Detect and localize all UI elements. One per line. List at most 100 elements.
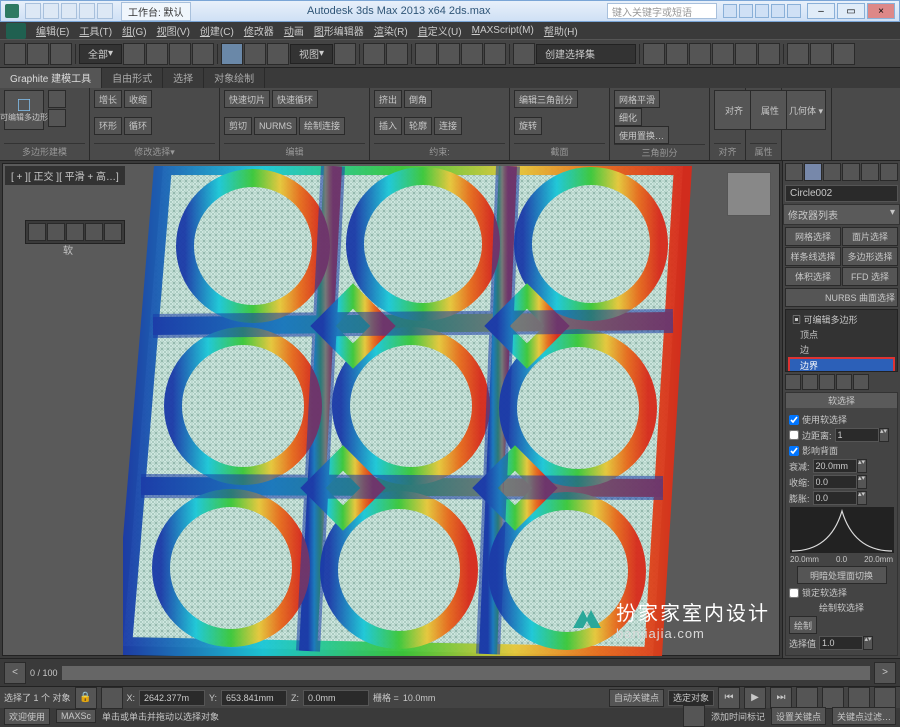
layers-button[interactable] [689, 43, 711, 65]
menu-item[interactable]: 帮助(H) [540, 22, 582, 39]
modstack-item[interactable]: ▣ 可编辑多边形 [788, 312, 895, 327]
ref-coord-dropdown[interactable]: 视图 ▾ [290, 44, 333, 64]
qat-button[interactable] [43, 3, 59, 19]
sel-mod-button[interactable]: 多边形选择 [842, 247, 898, 266]
show-end-button[interactable] [802, 374, 818, 390]
falloff-field[interactable] [813, 459, 857, 473]
tessellate-button[interactable]: 细化 [614, 108, 642, 126]
percent-snap-button[interactable] [461, 43, 483, 65]
spinner-icon[interactable]: ▴▾ [857, 475, 867, 489]
spinner-icon[interactable]: ▴▾ [857, 491, 867, 505]
isolate-button[interactable] [101, 687, 123, 709]
configure-button[interactable] [853, 374, 869, 390]
bubble-field[interactable] [813, 491, 857, 505]
loop-button[interactable]: 循环 [124, 117, 152, 135]
timeline-button[interactable]: < [4, 662, 26, 684]
keyboard-shortcut-button[interactable] [386, 43, 408, 65]
setkey-button[interactable]: 设置关键点 [771, 707, 826, 725]
curve-editor-button[interactable] [712, 43, 734, 65]
sel-mod-button[interactable]: 面片选择 [842, 227, 898, 246]
search-icon[interactable] [723, 4, 737, 18]
soft-sel-button[interactable] [66, 223, 84, 241]
ribbon-tab-graphite[interactable]: Graphite 建模工具 [0, 68, 102, 88]
help-search-input[interactable]: 键入关键字或短语 [607, 3, 717, 19]
modifier-list-dropdown[interactable]: 修改器列表▾ [783, 204, 900, 225]
subobj-edge-button[interactable] [48, 109, 66, 127]
cut-button[interactable]: 剪切 [224, 117, 252, 135]
outline-button[interactable]: 轮廓 [404, 117, 432, 135]
menu-item[interactable]: 工具(T) [75, 22, 116, 39]
menu-item[interactable]: 自定义(U) [414, 22, 466, 39]
editable-poly-button[interactable]: 可编辑多边形 [4, 90, 44, 130]
material-editor-button[interactable] [758, 43, 780, 65]
pinch-field[interactable] [813, 475, 857, 489]
selset-dropdown[interactable]: 选定对象 [668, 690, 714, 706]
spinner-icon[interactable]: ▴▾ [863, 636, 873, 650]
rollout-header[interactable]: 软选择 [786, 393, 897, 408]
object-name-field[interactable]: Circle002 [785, 185, 898, 202]
menu-item[interactable]: 创建(C) [196, 22, 238, 39]
geobody-button[interactable]: 几何体 ▾ [786, 90, 826, 130]
spinner-icon[interactable]: ▴▾ [879, 428, 889, 442]
utilities-tab-icon[interactable] [880, 163, 898, 181]
viewport-nav-button[interactable] [874, 687, 896, 709]
viewcube-icon[interactable] [727, 172, 771, 216]
workspace-selector[interactable]: 工作台: 默认 [121, 2, 191, 21]
viewport-nav-button[interactable] [822, 687, 844, 709]
help-icon[interactable] [787, 4, 801, 18]
z-coord-field[interactable] [308, 693, 364, 703]
play-button[interactable]: ▶ [744, 687, 766, 709]
edit-tri-button[interactable]: 编辑三角剖分 [514, 90, 578, 108]
subobj-vertex[interactable]: 顶点 [788, 327, 895, 342]
selection-filter-dropdown[interactable]: 全部 ▾ [79, 44, 122, 64]
signin-icon[interactable] [739, 4, 753, 18]
sel-mod-button[interactable]: 样条线选择 [785, 247, 841, 266]
shrink-button[interactable]: 收缩 [124, 90, 152, 108]
spinner-snap-button[interactable] [484, 43, 506, 65]
viewport[interactable]: [ + ][ 正交 ][ 平滑 + 高…] 软 [2, 163, 780, 656]
snap-toggle-button[interactable] [415, 43, 437, 65]
edge-dist-checkbox[interactable] [789, 430, 799, 440]
create-tab-icon[interactable] [785, 163, 803, 181]
make-unique-button[interactable] [819, 374, 835, 390]
selval-field[interactable] [819, 636, 863, 650]
soft-sel-button[interactable] [104, 223, 122, 241]
hierarchy-tab-icon[interactable] [823, 163, 841, 181]
modify-tab-icon[interactable] [804, 163, 822, 181]
lock-soft-checkbox[interactable] [789, 588, 799, 598]
rotate-button[interactable] [244, 43, 266, 65]
nurms-button[interactable]: NURMS [254, 117, 297, 135]
modifier-stack[interactable]: ▣ 可编辑多边形 顶点 边 边界 多边形 元素 [785, 309, 898, 372]
sel-mod-button[interactable]: 体积选择 [785, 267, 841, 286]
menu-item[interactable]: 组(G) [118, 22, 150, 39]
play-next-button[interactable]: ⏭ [770, 687, 792, 709]
render-frame-button[interactable] [810, 43, 832, 65]
display-tab-icon[interactable] [861, 163, 879, 181]
mirror-button[interactable] [643, 43, 665, 65]
grow-button[interactable]: 增长 [94, 90, 122, 108]
use-soft-sel-checkbox[interactable] [789, 415, 799, 425]
subobj-vertex-button[interactable] [48, 90, 66, 108]
named-selection-dropdown[interactable]: 创建选择集 [536, 44, 636, 64]
scale-button[interactable] [267, 43, 289, 65]
play-prev-button[interactable]: ⏮ [718, 687, 740, 709]
remove-mod-button[interactable] [836, 374, 852, 390]
qat-button[interactable] [25, 3, 41, 19]
angle-snap-button[interactable] [438, 43, 460, 65]
menu-item[interactable]: MAXScript(M) [468, 24, 538, 37]
add-time-tag-label[interactable]: 添加时间标记 [711, 710, 765, 723]
time-slider-track[interactable] [62, 666, 870, 680]
select-by-name-button[interactable] [146, 43, 168, 65]
time-tag-button[interactable] [683, 705, 705, 727]
soft-sel-button[interactable] [85, 223, 103, 241]
ribbon-tab-selection[interactable]: 选择 [163, 68, 204, 88]
minimize-button[interactable]: – [807, 3, 835, 19]
viewport-nav-button[interactable] [848, 687, 870, 709]
exchange-icon[interactable] [755, 4, 769, 18]
close-button[interactable]: × [867, 3, 895, 19]
app-menu-icon[interactable] [6, 23, 26, 39]
use-displace-button[interactable]: 使用置换… [614, 126, 669, 144]
menu-item[interactable]: 图形编辑器 [310, 22, 368, 39]
maximize-button[interactable]: ▭ [837, 3, 865, 19]
motion-tab-icon[interactable] [842, 163, 860, 181]
